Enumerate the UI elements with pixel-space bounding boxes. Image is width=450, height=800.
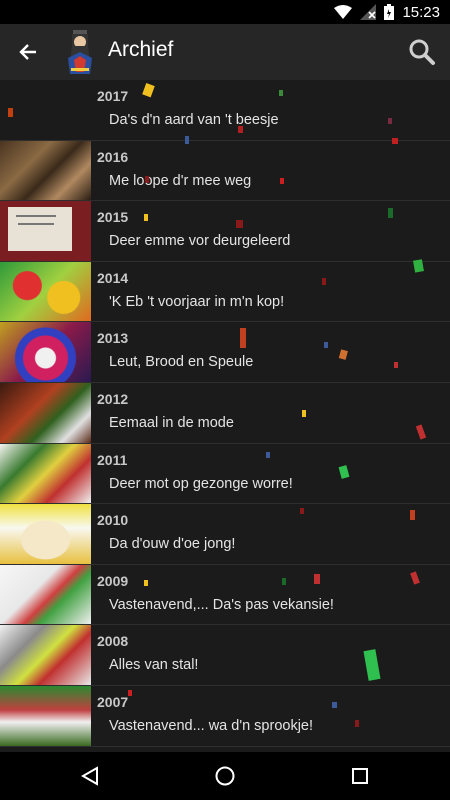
cover-thumbnail — [0, 504, 91, 564]
list-item-title: Vastenavend,... Da's pas vekansie! — [109, 596, 334, 613]
list-item[interactable]: 2015 Deer emme vor deurgeleerd — [0, 201, 450, 262]
system-nav-bar — [0, 752, 450, 800]
square-recents-icon — [352, 768, 368, 784]
cover-thumbnail — [0, 685, 91, 746]
list-item-year: 2010 — [97, 512, 129, 529]
list-item-year: 2007 — [97, 693, 129, 710]
list-item-title: 'K Eb 't voorjaar in m'n kop! — [109, 293, 285, 310]
list-item[interactable]: 2011 Deer mot op gezonge worre! — [0, 443, 450, 505]
list-item-title: Deer emme vor deurgeleerd — [109, 233, 291, 250]
list-item[interactable]: 2010 Da d'ouw d'oe jong! — [0, 504, 450, 565]
list-item[interactable]: 2009 Vastenavend,... Da's pas vekansie! — [0, 564, 450, 626]
list-item-title: Me loope d'r mee weg — [109, 172, 252, 189]
page-title: Archief — [108, 38, 174, 61]
list-item[interactable]: 2007 Vastenavend... wa d'n sprookje! — [0, 685, 450, 747]
nav-recents-button[interactable] — [330, 752, 390, 800]
back-button[interactable] — [12, 36, 44, 68]
list-item-title: Alles van stal! — [109, 657, 199, 674]
battery-icon — [384, 4, 395, 20]
list-item-year: 2013 — [97, 330, 129, 347]
triangle-back-icon — [80, 766, 98, 786]
cover-thumbnail — [0, 564, 91, 625]
list-item-year: 2011 — [97, 451, 128, 468]
status-bar: 15:23 — [0, 0, 450, 24]
circle-home-icon — [215, 766, 235, 786]
list-item-year: 2015 — [97, 209, 129, 226]
list-item-year: 2014 — [97, 269, 129, 286]
list-item-title: Deer mot op gezonge worre! — [109, 475, 293, 492]
nav-home-button[interactable] — [195, 752, 255, 800]
search-icon — [409, 39, 435, 65]
arrow-back-icon — [19, 44, 36, 60]
cover-thumbnail — [0, 382, 91, 443]
no-signal-icon — [360, 4, 377, 20]
archive-list: 2017 Da's d'n aard van 't beesje 2016 Me… — [0, 80, 450, 752]
cover-thumbnail — [0, 261, 91, 322]
nav-back-button[interactable] — [60, 752, 120, 800]
list-item-title: Eemaal in de mode — [109, 414, 234, 431]
list-item[interactable]: 2012 Eemaal in de mode — [0, 382, 450, 444]
list-item[interactable]: 2008 Alles van stal! — [0, 625, 450, 686]
cover-thumbnail — [0, 322, 91, 382]
list-item-title: Da's d'n aard van 't beesje — [109, 112, 279, 128]
cover-thumbnail — [0, 625, 91, 685]
cover-thumbnail — [0, 443, 91, 504]
list-item-year: 2009 — [97, 572, 129, 589]
cover-thumbnail — [0, 140, 91, 201]
list-item-year: 2008 — [97, 633, 129, 650]
list-item-title: Da d'ouw d'oe jong! — [109, 536, 236, 553]
list-item[interactable]: 2017 Da's d'n aard van 't beesje — [0, 80, 450, 141]
list-item[interactable]: 2013 Leut, Brood en Speule — [0, 322, 450, 383]
search-button[interactable] — [404, 34, 440, 70]
list-item-year: 2016 — [97, 148, 129, 165]
list-item[interactable]: 2016 Me loope d'r mee weg — [0, 140, 450, 202]
list-item[interactable]: 2014 'K Eb 't voorjaar in m'n kop! — [0, 261, 450, 323]
app-bar: Archief — [0, 24, 450, 80]
cover-thumbnail — [0, 201, 91, 261]
status-time: 15:23 — [402, 3, 440, 21]
wifi-icon — [334, 5, 353, 19]
list-item-title: Leut, Brood en Speule — [109, 354, 254, 371]
list-item-year: 2017 — [97, 88, 129, 104]
app-logo — [68, 30, 92, 74]
list-item-title: Vastenavend... wa d'n sprookje! — [109, 717, 314, 734]
list-item-year: 2012 — [97, 390, 129, 407]
